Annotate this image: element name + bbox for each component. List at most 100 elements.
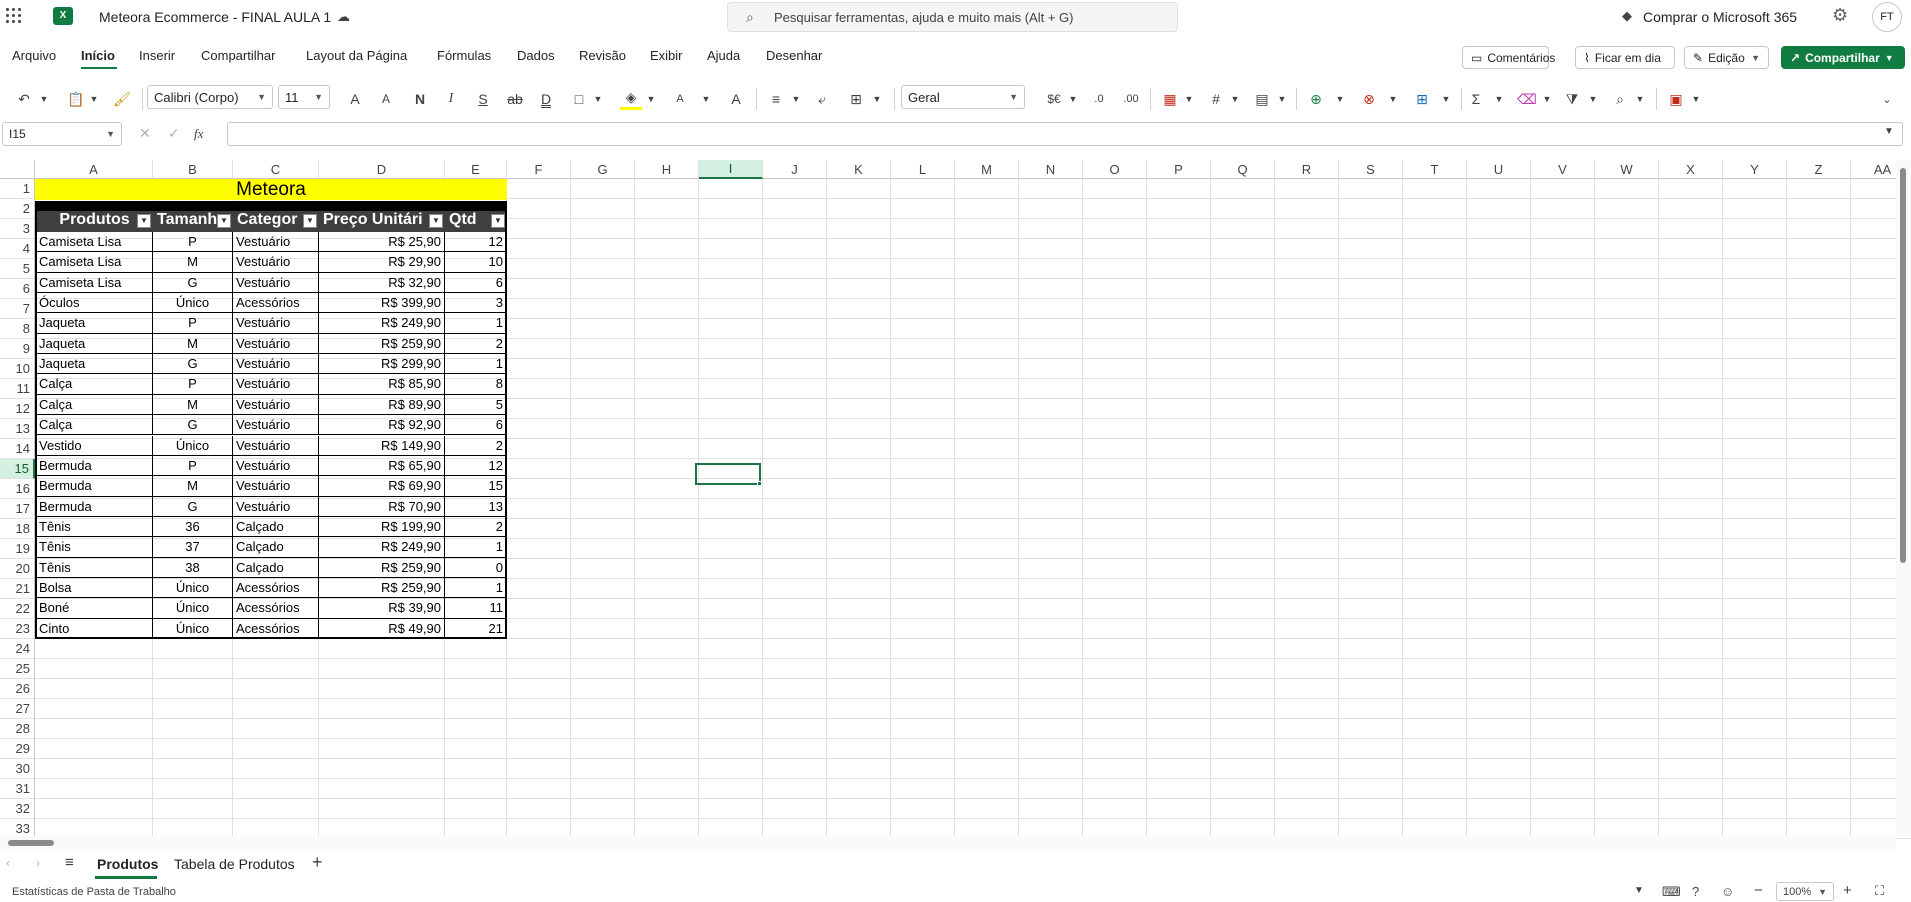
filter-dropdown-icon[interactable]: ▼ xyxy=(303,214,317,228)
table-cell[interactable]: Acessórios xyxy=(233,598,319,619)
table-cell[interactable]: 6 xyxy=(445,415,507,436)
table-cell[interactable]: 3 xyxy=(445,293,507,314)
formula-input[interactable] xyxy=(227,122,1903,146)
filter-dropdown-icon[interactable]: ▼ xyxy=(137,214,151,228)
table-cell[interactable]: Tênis xyxy=(35,537,153,558)
column-header[interactable]: R xyxy=(1275,160,1339,179)
column-header[interactable]: D xyxy=(319,160,445,179)
autosum-dropdown-icon[interactable]: ▼ xyxy=(1493,88,1505,110)
format-cells-icon[interactable]: ⊞ xyxy=(1412,88,1432,110)
share-button[interactable]: ↗ Compartilhar ▼ xyxy=(1781,46,1905,69)
zoom-out-icon[interactable]: − xyxy=(1754,882,1763,899)
fill-color-dropdown-icon[interactable]: ▼ xyxy=(645,88,657,110)
table-cell[interactable]: Vestuário xyxy=(233,374,319,395)
font-size-select[interactable]: 11 ▼ xyxy=(278,85,330,109)
paste-dropdown-icon[interactable]: ▼ xyxy=(88,88,100,110)
row-header[interactable]: 6 xyxy=(0,279,35,299)
table-cell[interactable]: 15 xyxy=(445,476,507,497)
align-dropdown-icon[interactable]: ▼ xyxy=(790,88,802,110)
table-cell[interactable]: R$ 65,90 xyxy=(319,455,445,477)
sort-filter-icon[interactable]: ⧩ xyxy=(1562,88,1582,110)
insert-cells-icon[interactable]: ⊕ xyxy=(1306,88,1326,110)
table-cell[interactable]: Calçado xyxy=(233,516,319,538)
sort-filter-dropdown-icon[interactable]: ▼ xyxy=(1587,88,1599,110)
name-box[interactable]: I15 ▼ xyxy=(2,122,122,146)
expand-formula-icon[interactable]: ▼ xyxy=(1884,126,1894,137)
table-cell[interactable]: R$ 259,90 xyxy=(319,577,445,599)
table-cell[interactable]: P xyxy=(153,374,233,395)
sheet-tab-tabela-de-produtos[interactable]: Tabela de Produtos xyxy=(174,856,295,872)
table-cell[interactable]: Jaqueta xyxy=(35,313,153,334)
table-header-cell[interactable]: Qtd ▼ xyxy=(445,209,507,232)
row-header[interactable]: 16 xyxy=(0,479,35,499)
table-cell[interactable]: R$ 299,90 xyxy=(319,354,445,375)
column-header[interactable]: G xyxy=(571,160,635,179)
table-cell[interactable]: 2 xyxy=(445,516,507,538)
next-sheet-icon[interactable]: › xyxy=(36,856,40,870)
menu-exibir[interactable]: Exibir xyxy=(650,48,683,63)
row-header[interactable]: 27 xyxy=(0,699,35,719)
comments-button[interactable]: ▭ Comentários xyxy=(1462,46,1555,69)
table-cell[interactable]: 38 xyxy=(153,557,233,578)
italic-button[interactable]: I xyxy=(442,88,460,110)
table-cell[interactable]: Tênis xyxy=(35,557,153,578)
row-header[interactable]: 9 xyxy=(0,339,35,359)
menu-ajuda[interactable]: Ajuda xyxy=(707,48,740,63)
row-header[interactable]: 12 xyxy=(0,399,35,419)
table-cell[interactable]: 5 xyxy=(445,394,507,416)
table-cell[interactable]: M xyxy=(153,394,233,416)
column-header[interactable]: F xyxy=(507,160,571,179)
borders-dropdown-icon[interactable]: ▼ xyxy=(592,88,604,110)
table-cell[interactable]: Vestuário xyxy=(233,415,319,436)
column-header[interactable]: O xyxy=(1083,160,1147,179)
row-header[interactable]: 15 xyxy=(0,459,35,479)
row-header[interactable]: 31 xyxy=(0,779,35,799)
align-icon[interactable]: ≡ xyxy=(766,88,786,110)
find-dropdown-icon[interactable]: ▼ xyxy=(1634,88,1646,110)
table-cell[interactable]: Vestuário xyxy=(233,455,319,477)
increase-decimal-icon[interactable]: .0 xyxy=(1089,88,1109,110)
all-sheets-menu-icon[interactable]: ≡ xyxy=(65,854,74,871)
menu-inicio[interactable]: Início xyxy=(81,48,115,63)
feedback-icon[interactable]: ☺ xyxy=(1721,884,1734,899)
table-cell[interactable]: Único xyxy=(153,618,233,639)
table-cell[interactable]: R$ 70,90 xyxy=(319,496,445,517)
search-input[interactable]: Pesquisar ferramentas, ajuda e muito mai… xyxy=(774,10,1073,25)
row-header[interactable]: 17 xyxy=(0,499,35,519)
row-header[interactable]: 3 xyxy=(0,219,35,239)
table-cell[interactable]: 2 xyxy=(445,435,507,456)
row-header[interactable]: 25 xyxy=(0,659,35,679)
document-title[interactable]: Meteora Ecommerce - FINAL AULA 1 xyxy=(99,9,331,25)
table-cell[interactable]: 6 xyxy=(445,272,507,294)
row-header[interactable]: 2 xyxy=(0,199,35,219)
table-cell[interactable]: Vestuário xyxy=(233,435,319,456)
select-all-corner[interactable] xyxy=(0,160,35,179)
table-cell[interactable]: G xyxy=(153,496,233,517)
table-cell[interactable]: Bermuda xyxy=(35,496,153,517)
delete-cells-icon[interactable]: ⊗ xyxy=(1359,88,1379,110)
table-cell[interactable]: Boné xyxy=(35,598,153,619)
column-header[interactable]: C xyxy=(233,160,319,179)
underline-button[interactable]: S xyxy=(474,88,492,110)
row-header[interactable]: 26 xyxy=(0,679,35,699)
active-cell-selection[interactable] xyxy=(695,463,761,485)
filter-dropdown-icon[interactable]: ▼ xyxy=(491,214,505,228)
table-cell[interactable]: Único xyxy=(153,577,233,599)
settings-gear-icon[interactable]: ⚙ xyxy=(1832,5,1848,26)
column-header[interactable]: Z xyxy=(1787,160,1851,179)
table-cell[interactable]: Acessórios xyxy=(233,293,319,314)
app-launcher-icon[interactable] xyxy=(6,8,22,24)
table-cell[interactable]: Bermuda xyxy=(35,455,153,477)
search-box[interactable]: ⌕ Pesquisar ferramentas, ajuda e muito m… xyxy=(727,2,1178,32)
table-cell[interactable]: 37 xyxy=(153,537,233,558)
table-cell[interactable]: Vestuário xyxy=(233,252,319,273)
clear-dropdown-icon[interactable]: ▼ xyxy=(1541,88,1553,110)
sheet-tab-produtos[interactable]: Produtos xyxy=(97,856,158,872)
table-cell[interactable]: M xyxy=(153,333,233,355)
cell-styles-dropdown-icon[interactable]: ▼ xyxy=(1276,88,1288,110)
row-header[interactable]: 30 xyxy=(0,759,35,779)
table-cell[interactable]: R$ 32,90 xyxy=(319,272,445,294)
table-cell[interactable]: R$ 249,90 xyxy=(319,313,445,334)
horizontal-scroll-thumb[interactable] xyxy=(8,840,54,846)
column-header[interactable]: E xyxy=(445,160,507,179)
